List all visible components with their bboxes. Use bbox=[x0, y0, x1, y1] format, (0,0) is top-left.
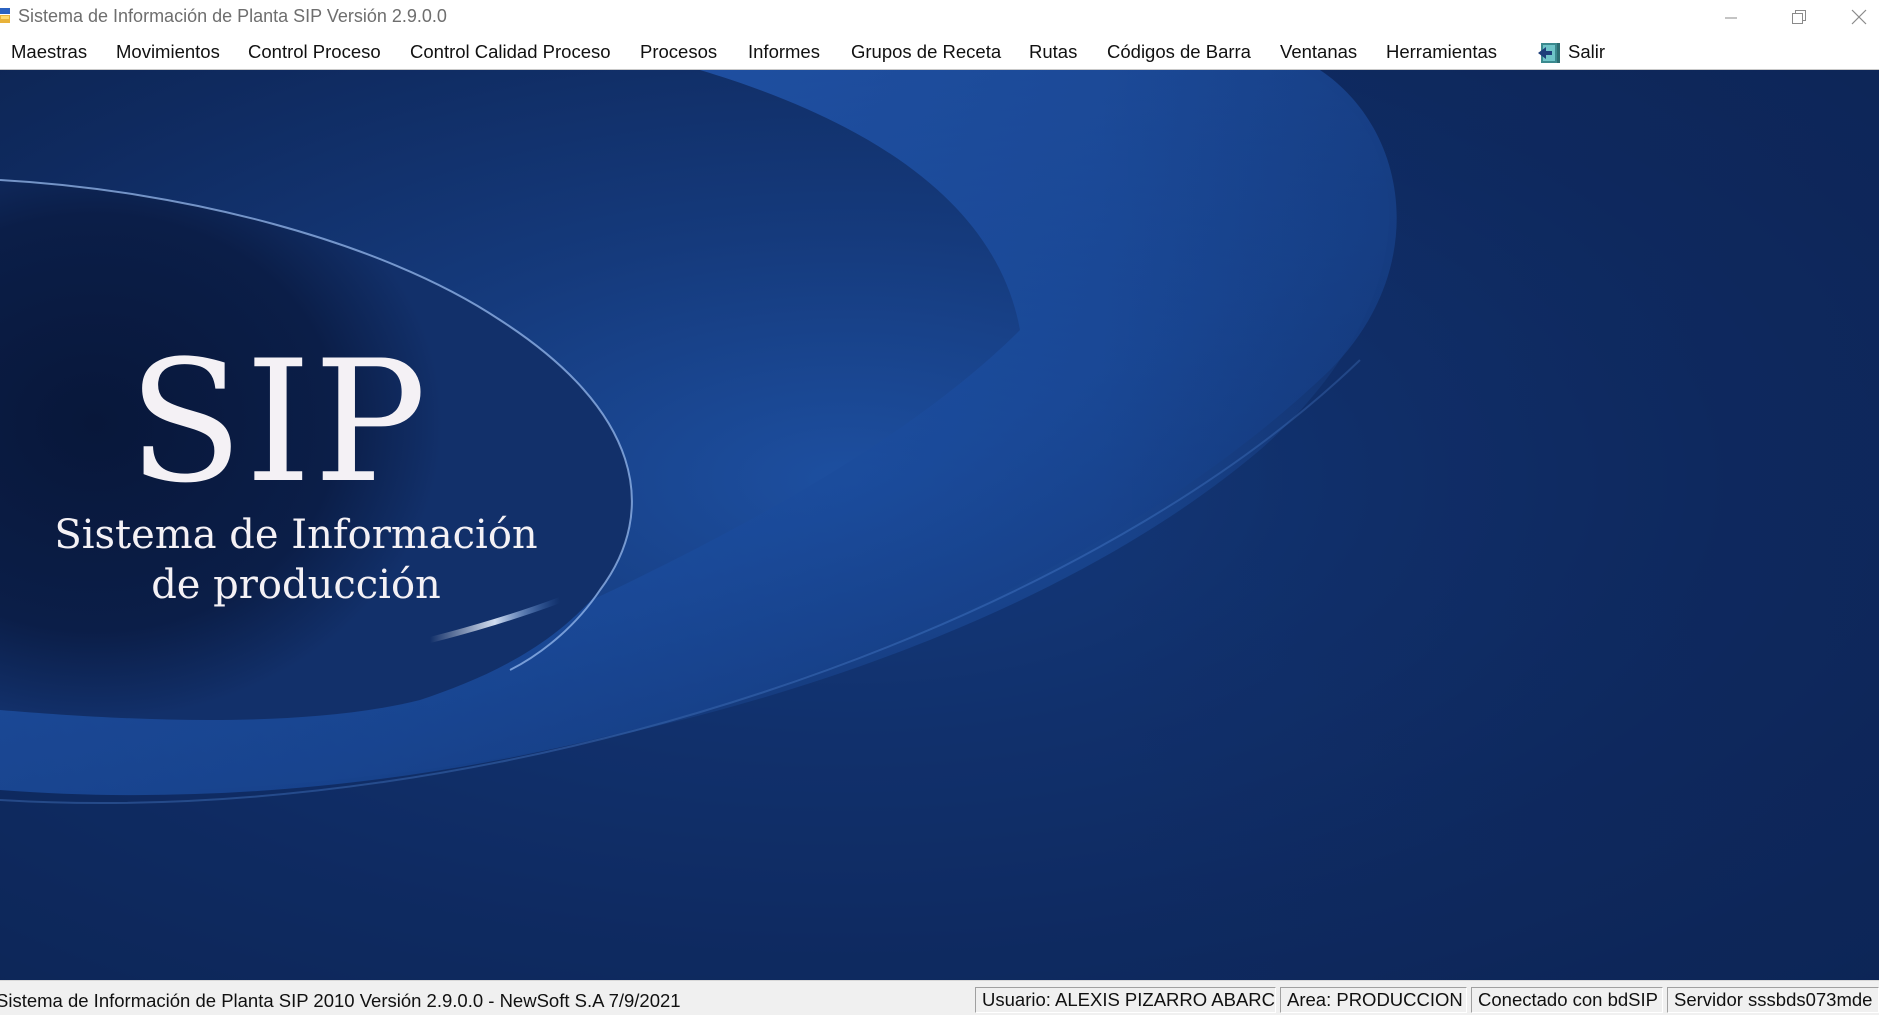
status-usuario: Usuario: ALEXIS PIZARRO ABARCA bbox=[975, 987, 1276, 1013]
menu-salir[interactable]: Salir bbox=[1537, 38, 1606, 65]
logo-subtitle-line1: Sistema de Información bbox=[54, 512, 538, 558]
app-icon bbox=[0, 8, 10, 23]
menu-informes[interactable]: Informes bbox=[747, 38, 821, 65]
title-bar: Sistema de Información de Planta SIP Ver… bbox=[0, 0, 1879, 33]
menu-procesos[interactable]: Procesos bbox=[639, 38, 718, 65]
splash-background: SIP Sistema de Información de producción bbox=[0, 70, 1879, 980]
menu-grupos-de-receta[interactable]: Grupos de Receta bbox=[850, 38, 1002, 65]
window-title: Sistema de Información de Planta SIP Ver… bbox=[18, 6, 447, 26]
menu-maestras[interactable]: Maestras bbox=[10, 38, 88, 65]
menu-control-calidad-proceso[interactable]: Control Calidad Proceso bbox=[409, 38, 612, 65]
menu-codigos-de-barra[interactable]: Códigos de Barra bbox=[1106, 38, 1252, 65]
minimize-icon bbox=[1725, 17, 1737, 18]
menu-herramientas[interactable]: Herramientas bbox=[1385, 38, 1498, 65]
status-main-text: Sistema de Información de Planta SIP 201… bbox=[0, 990, 681, 1011]
minimize-button[interactable] bbox=[1702, 0, 1760, 33]
exit-icon bbox=[1538, 43, 1560, 64]
close-button[interactable] bbox=[1838, 0, 1879, 33]
logo-sip: SIP bbox=[128, 324, 429, 520]
status-conexion: Conectado con bdSIP bbox=[1471, 987, 1663, 1013]
restore-icon bbox=[1792, 9, 1806, 24]
logo-subtitle: Sistema de Información de producción bbox=[46, 510, 546, 610]
close-icon bbox=[1851, 9, 1866, 24]
status-area: Area: PRODUCCION bbox=[1280, 987, 1467, 1013]
menu-movimientos[interactable]: Movimientos bbox=[115, 38, 221, 65]
menu-rutas[interactable]: Rutas bbox=[1028, 38, 1078, 65]
status-bar: Sistema de Información de Planta SIP 201… bbox=[0, 980, 1879, 1015]
logo-subtitle-line2: de producción bbox=[151, 562, 441, 608]
restore-button[interactable] bbox=[1770, 0, 1828, 33]
menu-salir-label: Salir bbox=[1568, 41, 1606, 62]
menu-control-proceso[interactable]: Control Proceso bbox=[247, 38, 382, 65]
status-servidor: Servidor sssbds073mde bbox=[1667, 987, 1879, 1013]
menu-ventanas[interactable]: Ventanas bbox=[1279, 38, 1358, 65]
menu-bar: Maestras Movimientos Control Proceso Con… bbox=[0, 33, 1879, 70]
